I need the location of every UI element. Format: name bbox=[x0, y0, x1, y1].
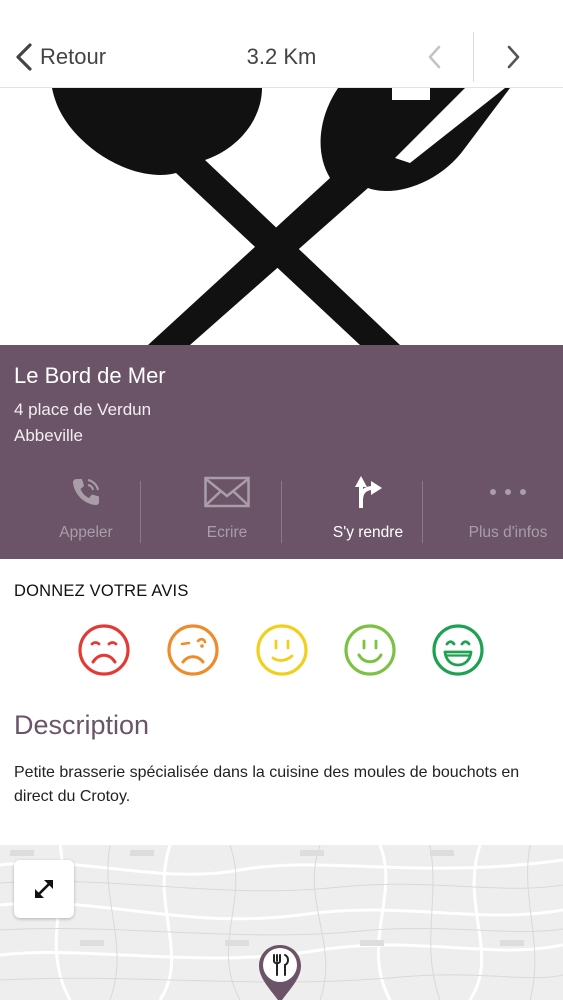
envelope-icon bbox=[204, 476, 250, 508]
write-label: Ecrire bbox=[206, 524, 248, 541]
previous-button[interactable] bbox=[418, 40, 452, 74]
more-info-button[interactable]: Plus d'infos bbox=[438, 472, 563, 552]
fork-and-spoon-icon bbox=[52, 88, 510, 345]
distance-label: 3.2 Km bbox=[246, 44, 317, 69]
directions-label: S'y rendre bbox=[332, 524, 404, 541]
place-address-line1: 4 place de Verdun bbox=[14, 400, 152, 419]
phone-icon bbox=[73, 479, 99, 505]
expand-icon bbox=[35, 880, 53, 898]
top-bar: Retour 3.2 Km bbox=[0, 0, 563, 88]
more-info-label: Plus d'infos bbox=[468, 524, 548, 541]
description-title: Description bbox=[14, 710, 150, 740]
next-button[interactable] bbox=[496, 40, 530, 74]
place-info-panel: Le Bord de Mer 4 place de Verdun Abbevil… bbox=[0, 345, 563, 559]
write-button[interactable]: Ecrire bbox=[157, 472, 297, 552]
restaurant-pin-icon[interactable] bbox=[255, 943, 305, 1000]
sad-face-icon[interactable] bbox=[166, 623, 220, 677]
action-bar: Appeler Ecrire S'y rendre Plus d'infos bbox=[0, 472, 563, 552]
neutral-face-icon[interactable] bbox=[255, 623, 309, 677]
place-address-line2: Abbeville bbox=[14, 426, 83, 445]
divider bbox=[473, 32, 474, 82]
call-button[interactable]: Appeler bbox=[16, 472, 156, 552]
divider bbox=[422, 481, 423, 543]
divider bbox=[140, 481, 141, 543]
directions-icon bbox=[355, 476, 382, 508]
chevron-left-icon bbox=[428, 45, 441, 69]
happy-face-icon[interactable] bbox=[343, 623, 397, 677]
description-text: Petite brasserie spécialisée dans la cui… bbox=[14, 764, 520, 805]
place-name: Le Bord de Mer bbox=[14, 363, 166, 388]
hero-image bbox=[0, 88, 563, 345]
directions-button[interactable]: S'y rendre bbox=[298, 472, 438, 552]
expand-map-button[interactable] bbox=[14, 860, 74, 918]
map-view[interactable] bbox=[0, 845, 563, 1000]
more-icon bbox=[490, 489, 526, 495]
call-label: Appeler bbox=[59, 524, 113, 541]
chevron-right-icon bbox=[507, 45, 520, 69]
very-sad-face-icon[interactable] bbox=[77, 623, 131, 677]
very-happy-face-icon[interactable] bbox=[431, 623, 485, 677]
rating-title: DONNEZ VOTRE AVIS bbox=[14, 582, 189, 600]
divider bbox=[281, 481, 282, 543]
